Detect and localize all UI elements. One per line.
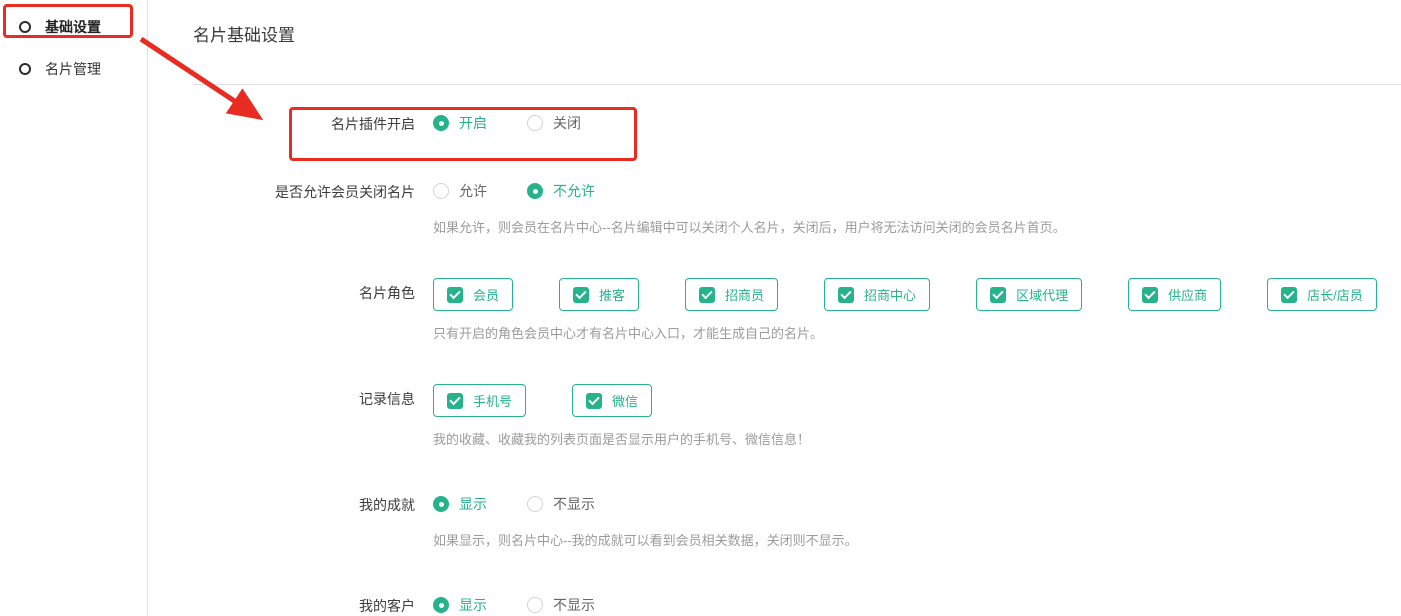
checkbox-checked-icon — [573, 287, 589, 303]
radio-label: 关闭 — [553, 113, 581, 133]
checkbox-button-promoter[interactable]: 推客 — [559, 278, 639, 311]
radio-icon[interactable] — [527, 183, 543, 199]
form-row-card-roles: 名片角色 会员 推客 招商员 — [193, 278, 1401, 344]
radio-label: 不允许 — [553, 181, 595, 201]
radio-icon[interactable] — [433, 496, 449, 512]
help-text: 只有开启的角色会员中心才有名片中心入口，才能生成自己的名片。 — [433, 324, 1377, 344]
radio-option-on[interactable]: 开启 — [433, 113, 487, 133]
checkbox-button-regional-agent[interactable]: 区域代理 — [976, 278, 1082, 311]
card-settings-page: 基础设置 名片管理 名片基础设置 名片插件开启 开启 — [0, 0, 1401, 616]
checkbox-button-supplier[interactable]: 供应商 — [1128, 278, 1221, 311]
radio-label: 开启 — [459, 113, 487, 133]
form-row-my-customers: 我的客户 显示 不显示 — [193, 591, 1401, 616]
radio-icon[interactable] — [527, 115, 543, 131]
radio-option-hide[interactable]: 不显示 — [527, 494, 595, 514]
checkbox-checked-icon — [447, 393, 463, 409]
main-content: 名片基础设置 名片插件开启 开启 关闭 — [149, 0, 1401, 616]
circle-icon — [19, 21, 31, 33]
form-label: 名片插件开启 — [193, 109, 415, 137]
form-row-my-achievements: 我的成就 显示 不显示 如果显示，则名片中心--我的成就可以看到会员相关数据，关… — [193, 490, 1401, 551]
checkbox-label: 供应商 — [1168, 285, 1207, 304]
radio-label: 不显示 — [553, 494, 595, 514]
radio-icon[interactable] — [527, 597, 543, 613]
checkbox-button-phone[interactable]: 手机号 — [433, 384, 526, 417]
checkbox-button-wechat[interactable]: 微信 — [572, 384, 652, 417]
help-text: 如果允许，则会员在名片中心--名片编辑中可以关闭个人名片，关闭后，用户将无法访问… — [433, 218, 1066, 238]
radio-option-show[interactable]: 显示 — [433, 595, 487, 615]
form-label: 我的成就 — [193, 490, 415, 551]
radio-icon[interactable] — [527, 496, 543, 512]
checkbox-checked-icon — [699, 287, 715, 303]
form-label: 记录信息 — [193, 384, 415, 450]
radio-option-off[interactable]: 关闭 — [527, 113, 581, 133]
form-label: 名片角色 — [193, 278, 415, 344]
page-title: 名片基础设置 — [193, 25, 1401, 47]
radio-option-hide[interactable]: 不显示 — [527, 595, 595, 615]
checkbox-label: 招商员 — [725, 285, 764, 304]
circle-icon — [19, 63, 31, 75]
sidebar-item-label: 名片管理 — [45, 59, 101, 79]
radio-icon[interactable] — [433, 115, 449, 131]
checkbox-label: 微信 — [612, 391, 638, 410]
radio-option-allow[interactable]: 允许 — [433, 181, 487, 201]
checkbox-label: 招商中心 — [864, 285, 916, 304]
sidebar-item-label: 基础设置 — [45, 17, 101, 37]
radio-option-disallow[interactable]: 不允许 — [527, 181, 595, 201]
checkbox-label: 推客 — [599, 285, 625, 304]
radio-icon[interactable] — [433, 183, 449, 199]
radio-label: 不显示 — [553, 595, 595, 615]
checkbox-label: 店长/店员 — [1307, 285, 1363, 304]
form-row-plugin-enable: 名片插件开启 开启 关闭 — [193, 109, 1401, 137]
form-row-record-info: 记录信息 手机号 微信 我的收藏、收藏我的列表页面是否显示用户的手机号、微信信息… — [193, 384, 1401, 450]
radio-icon[interactable] — [433, 597, 449, 613]
checkbox-checked-icon — [990, 287, 1006, 303]
settings-form: 名片插件开启 开启 关闭 是否允许会员关 — [193, 109, 1401, 616]
form-label: 我的客户 — [193, 591, 415, 616]
checkbox-label: 区域代理 — [1016, 285, 1068, 304]
form-row-allow-close: 是否允许会员关闭名片 允许 不允许 如果允许，则会员在名片中心--名片编辑中可以… — [193, 177, 1401, 238]
help-text: 如果显示，则名片中心--我的成就可以看到会员相关数据，关闭则不显示。 — [433, 531, 858, 551]
radio-option-show[interactable]: 显示 — [433, 494, 487, 514]
checkbox-checked-icon — [1142, 287, 1158, 303]
checkbox-checked-icon — [586, 393, 602, 409]
checkbox-button-member[interactable]: 会员 — [433, 278, 513, 311]
title-divider — [193, 84, 1401, 85]
sidebar-item-card-management[interactable]: 名片管理 — [0, 52, 147, 86]
radio-label: 显示 — [459, 595, 487, 615]
form-label: 是否允许会员关闭名片 — [193, 177, 415, 238]
radio-label: 允许 — [459, 181, 487, 201]
checkbox-checked-icon — [447, 287, 463, 303]
sidebar-item-basic-settings[interactable]: 基础设置 — [0, 10, 147, 44]
checkbox-label: 手机号 — [473, 391, 512, 410]
checkbox-button-recruit-center[interactable]: 招商中心 — [824, 278, 930, 311]
sidebar: 基础设置 名片管理 — [0, 0, 148, 616]
checkbox-button-shopkeeper[interactable]: 店长/店员 — [1267, 278, 1377, 311]
checkbox-label: 会员 — [473, 285, 499, 304]
help-text: 我的收藏、收藏我的列表页面是否显示用户的手机号、微信信息！ — [433, 430, 810, 450]
checkbox-button-recruiter[interactable]: 招商员 — [685, 278, 778, 311]
checkbox-checked-icon — [1281, 287, 1297, 303]
radio-label: 显示 — [459, 494, 487, 514]
checkbox-checked-icon — [838, 287, 854, 303]
